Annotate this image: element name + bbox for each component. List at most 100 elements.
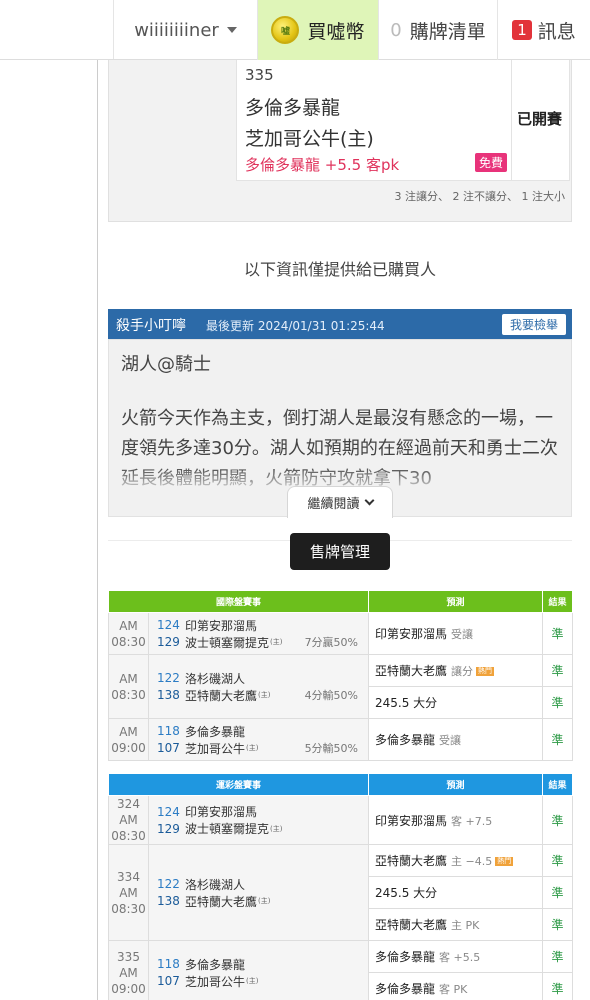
buy-coins-button[interactable]: 嘘 買噓幣	[258, 0, 379, 60]
result: 準	[542, 940, 574, 973]
col-header-prediction: 預測	[368, 590, 544, 613]
cart-count: 0	[390, 19, 402, 41]
game-code-time: 324 AM 08:30	[108, 795, 149, 845]
game-time: AM 08:30	[111, 813, 146, 843]
match-teams: 118 多倫多暴龍 107 芝加哥公牛 (主) 5分輸50%	[147, 718, 370, 761]
match-teams: 124 印第安那溜馬 129 波士頓塞爾提克 (主) 7分贏50%	[147, 612, 370, 655]
prediction: 多倫多暴龍 受讓	[368, 718, 544, 761]
home-number: 129	[157, 635, 180, 649]
messages-label: 訊息	[537, 20, 576, 43]
col-header-result: 結果	[542, 773, 574, 796]
home-team: 芝加哥公牛	[185, 741, 246, 756]
home-number: 138	[157, 688, 180, 702]
away-team: 印第安那溜馬	[185, 805, 258, 819]
prediction-team: 亞特蘭大老鷹	[375, 854, 448, 868]
last-updated: 最後更新 2024/01/31 01:25:44	[206, 319, 385, 333]
away-number: 124	[157, 618, 180, 632]
home-marker: (主)	[258, 691, 271, 699]
user-menu[interactable]: wiiiiiiiiner	[114, 0, 258, 60]
result: 準	[542, 612, 574, 655]
prediction-type: 受讓	[451, 628, 474, 641]
international-bets-table: 國際盤賽事 預測 結果 AM 08:30 124 印第安那溜馬 129 波士頓塞爾提…	[107, 590, 574, 761]
table-row: AM 08:30 124 印第安那溜馬 129 波士頓塞爾提克 (主) 7分贏50% 印…	[108, 612, 574, 655]
home-marker: (主)	[270, 638, 283, 646]
home-team: 芝加哥公牛	[185, 974, 246, 989]
col-header-games: 國際盤賽事	[107, 590, 370, 613]
game-time: AM 09:00	[111, 965, 146, 996]
prediction-team: 245.5 大分	[375, 696, 438, 710]
home-marker: (主)	[246, 744, 259, 752]
prediction: 印第安那溜馬客 +7.5	[368, 795, 544, 845]
result: 準	[542, 876, 574, 909]
prediction-team: 多倫多暴龍	[375, 950, 436, 964]
prediction: 多倫多暴龍客 +5.5	[368, 940, 544, 973]
content-left-border	[97, 60, 98, 1000]
result: 準	[542, 718, 574, 761]
col-header-games: 運彩盤賽事	[107, 773, 370, 796]
handicap-result: 4分輸50%	[304, 689, 359, 702]
home-number: 107	[157, 974, 180, 988]
table-row: AM 09:00 118 多倫多暴龍 107 芝加哥公牛 (主) 5分輸50% 多倫多暴…	[108, 718, 574, 761]
result: 準	[542, 972, 574, 1000]
home-marker: (主)	[258, 897, 271, 905]
home-marker: (主)	[246, 977, 259, 985]
game-code: 334	[117, 869, 140, 884]
prediction-type: 受讓	[439, 734, 462, 747]
prediction-team: 印第安那溜馬	[375, 813, 448, 828]
handicap-result: 7分贏50%	[304, 636, 359, 649]
home-team: 亞特蘭大老鷹	[185, 688, 258, 703]
handicap-result: 5分輸50%	[304, 742, 359, 755]
prediction-team: 印第安那溜馬	[375, 627, 448, 641]
prediction-team: 多倫多暴龍	[375, 982, 436, 996]
table-header-row: 國際盤賽事 預測 結果	[107, 590, 574, 613]
match-teams: 122 洛杉磯湖人 138 亞特蘭大老鷹 (主) 4分輸50%	[147, 654, 370, 719]
prediction-type: 主 −4.5	[451, 855, 493, 868]
home-team: 芝加哥公牛(主)	[245, 128, 374, 150]
game-status: 已開賽	[517, 110, 563, 128]
away-team: 多倫多暴龍	[185, 957, 246, 972]
away-team: 洛杉磯湖人	[185, 671, 246, 686]
game-pick: 多倫多暴龍 +5.5 客pk	[245, 156, 400, 174]
table-row: 335 AM 09:00 118 多倫多暴龍 107 芝加哥公牛 (主) 多倫多暴龍客 …	[108, 940, 574, 1000]
purchasers-notice: 以下資訊僅提供給已購買人	[243, 260, 436, 279]
game-time: AM 08:30	[108, 654, 149, 719]
result: 準	[542, 908, 574, 941]
away-team: 印第安那溜馬	[185, 618, 258, 633]
analysis-header: 殺手小叮嚀 最後更新 2024/01/31 01:25:44 我要檢舉	[108, 309, 572, 339]
chevron-down-icon	[364, 495, 374, 506]
table-header-row: 運彩盤賽事 預測 結果	[107, 773, 574, 796]
home-number: 107	[157, 741, 180, 755]
game-code: 324	[117, 797, 140, 811]
top-nav-bar: wiiiiiiiiner 嘘 買噓幣 0 購牌清單 1 訊息	[0, 0, 590, 60]
prediction-type: 客 +5.5	[439, 951, 481, 964]
home-team: 波士頓塞爾提克	[185, 822, 270, 836]
prediction-team: 245.5 大分	[375, 886, 438, 900]
away-number: 124	[157, 804, 180, 819]
lottery-bets-table: 運彩盤賽事 預測 結果 324 AM 08:30 124 印第安那溜馬 129 波士頓…	[107, 773, 574, 1000]
free-badge: 免費	[475, 153, 508, 172]
report-button[interactable]: 我要檢舉	[501, 314, 566, 335]
nav-spacer	[0, 0, 114, 59]
messages-button[interactable]: 1 訊息	[498, 0, 590, 60]
table-row: 334 AM 08:30 122 洛杉磯湖人 138 亞特蘭大老鷹 (主) 亞特蘭大老鷹…	[108, 844, 574, 941]
home-number: 138	[157, 894, 180, 908]
away-number: 122	[157, 877, 180, 891]
prediction: 亞特蘭大老鷹主 −4.5 熱門	[368, 844, 544, 877]
sales-management-button[interactable]: 售牌管理	[290, 533, 390, 570]
home-team: 波士頓塞爾提克	[185, 635, 270, 650]
prediction: 亞特蘭大老鷹 讓分 熱門	[368, 654, 544, 687]
cart-button[interactable]: 0 購牌清單	[379, 0, 498, 60]
prediction: 多倫多暴龍客 PK	[368, 972, 544, 1000]
col-header-prediction: 預測	[368, 773, 544, 796]
away-number: 122	[157, 671, 180, 685]
read-more-button[interactable]: 繼續閱讀	[287, 486, 393, 518]
prediction: 印第安那溜馬 受讓	[368, 612, 544, 655]
game-time: AM 08:30	[111, 885, 146, 916]
read-more-label: 繼續閱讀	[307, 497, 360, 512]
analysis-author[interactable]: 殺手小叮嚀	[116, 315, 186, 335]
away-number: 118	[157, 957, 180, 971]
home-marker: (主)	[270, 824, 283, 833]
game-card-inner: 335 多倫多暴龍 芝加哥公牛(主) 多倫多暴龍 +5.5 客pk 免費 已開賽	[236, 60, 570, 181]
game-code-time: 334 AM 08:30	[108, 844, 149, 941]
away-team: 洛杉磯湖人	[185, 877, 246, 892]
